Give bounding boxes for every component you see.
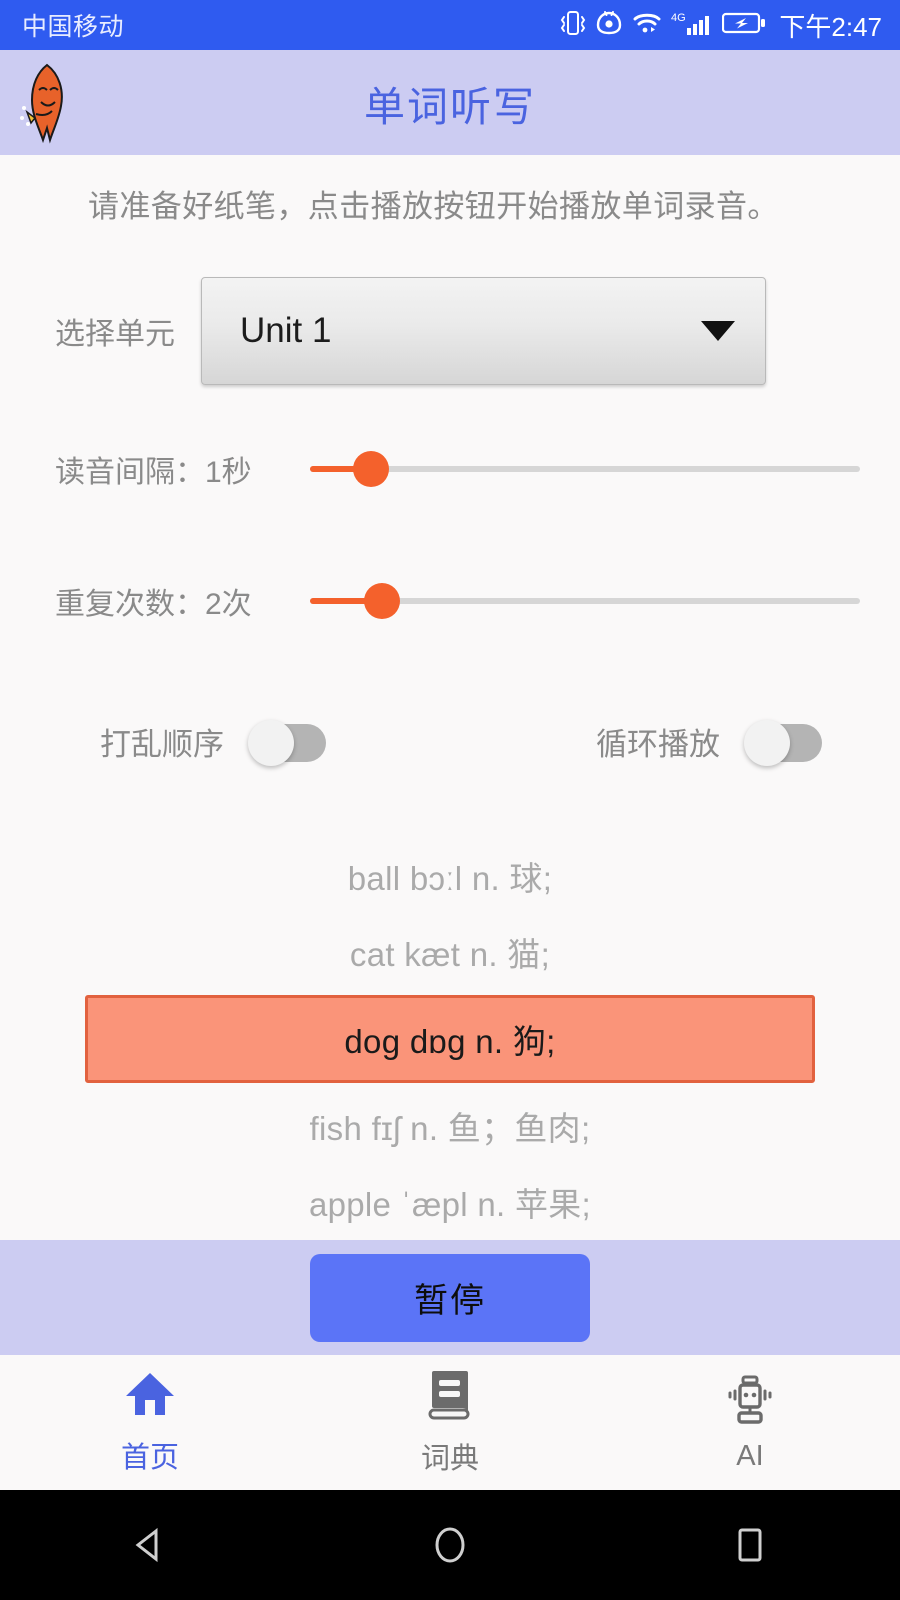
repeat-slider-thumb[interactable] (363, 583, 400, 620)
word-item[interactable]: cat kæt n. 猫; (0, 914, 900, 990)
chevron-down-icon (701, 321, 735, 342)
repeat-slider[interactable] (310, 583, 860, 620)
clock-label: 下午2:47 (779, 11, 882, 42)
word-item[interactable]: fish fɪʃ n. 鱼；鱼肉; (0, 1088, 900, 1164)
home-icon (122, 1369, 178, 1426)
loop-toggle-group: 循环播放 (596, 719, 822, 766)
pause-button[interactable]: 暂停 (310, 1253, 590, 1342)
svg-text:4G: 4G (671, 12, 686, 24)
shuffle-toggle-group: 打乱顺序 (100, 719, 326, 766)
page-title: 单词听写 (364, 83, 536, 130)
eye-care-icon (595, 9, 623, 42)
loop-toggle-label: 循环播放 (596, 727, 720, 763)
recents-square-icon[interactable] (690, 1490, 810, 1600)
nav-label-dictionary: 词典 (420, 1443, 479, 1475)
shuffle-toggle[interactable] (248, 719, 326, 766)
main-content: 请准备好纸笔，点击播放按钮开始播放单词录音。 选择单元 Unit 1 读音间隔：… (0, 155, 900, 1240)
back-icon[interactable] (90, 1490, 210, 1600)
status-icons-group: 4G 下午2:47 (560, 7, 882, 44)
unit-select-row: 选择单元 Unit 1 (0, 277, 900, 386)
toggle-row: 打乱顺序 循环播放 (0, 719, 900, 766)
nav-item-ai[interactable]: AI (600, 1373, 900, 1473)
vibrate-icon (560, 8, 586, 43)
interval-slider-thumb[interactable] (352, 451, 389, 488)
phone-screen: 中国移动 4G 下午2:47 单词听写 请准备好纸笔，点击播放按钮开始播放单词录… (0, 0, 900, 1600)
repeat-slider-row: 重复次数：2次 (0, 579, 900, 623)
unit-select-label: 选择单元 (55, 318, 175, 352)
loop-toggle[interactable] (744, 719, 822, 766)
word-item[interactable]: ball bɔːl n. 球; (0, 838, 900, 914)
unit-select-value: Unit 1 (240, 311, 332, 351)
android-navigation-bar (0, 1490, 900, 1600)
repeat-slider-label: 重复次数：2次 (55, 588, 252, 622)
interval-slider-track (310, 466, 860, 473)
battery-charging-icon (722, 11, 766, 40)
word-item[interactable]: apple ˈæpl n. 苹果; (0, 1164, 900, 1240)
dictionary-book-icon (424, 1368, 476, 1427)
status-bar: 中国移动 4G 下午2:47 (0, 0, 900, 50)
interval-slider-row: 读音间隔：1秒 (0, 447, 900, 491)
unit-select-dropdown[interactable]: Unit 1 (201, 277, 766, 386)
nav-item-home[interactable]: 首页 (0, 1369, 300, 1476)
loop-toggle-knob (744, 719, 790, 766)
interval-slider-label: 读音间隔：1秒 (55, 456, 252, 490)
shuffle-toggle-knob (248, 719, 294, 766)
shuffle-toggle-label: 打乱顺序 (100, 727, 224, 763)
nav-label-home: 首页 (120, 1442, 179, 1474)
4g-signal-icon: 4G (671, 9, 713, 42)
nav-label-ai: AI (736, 1439, 764, 1472)
robot-icon (722, 1373, 778, 1432)
play-bar: 暂停 (0, 1240, 900, 1355)
interval-slider[interactable] (310, 451, 860, 488)
app-header: 单词听写 (0, 50, 900, 155)
wifi-icon (632, 10, 662, 41)
word-list: ball bɔːl n. 球; cat kæt n. 猫; dog dɒg n. 狗… (0, 838, 900, 1240)
nav-item-dictionary[interactable]: 词典 (300, 1368, 600, 1477)
home-circle-icon[interactable] (390, 1490, 510, 1600)
carrier-label: 中国移动 (22, 13, 125, 41)
rocket-mascot-icon (14, 62, 80, 144)
instruction-text: 请准备好纸笔，点击播放按钮开始播放单词录音。 (88, 189, 779, 224)
word-item-current[interactable]: dog dɒg n. 狗; (85, 995, 815, 1084)
bottom-nav: 首页 词典 AI (0, 1355, 900, 1490)
